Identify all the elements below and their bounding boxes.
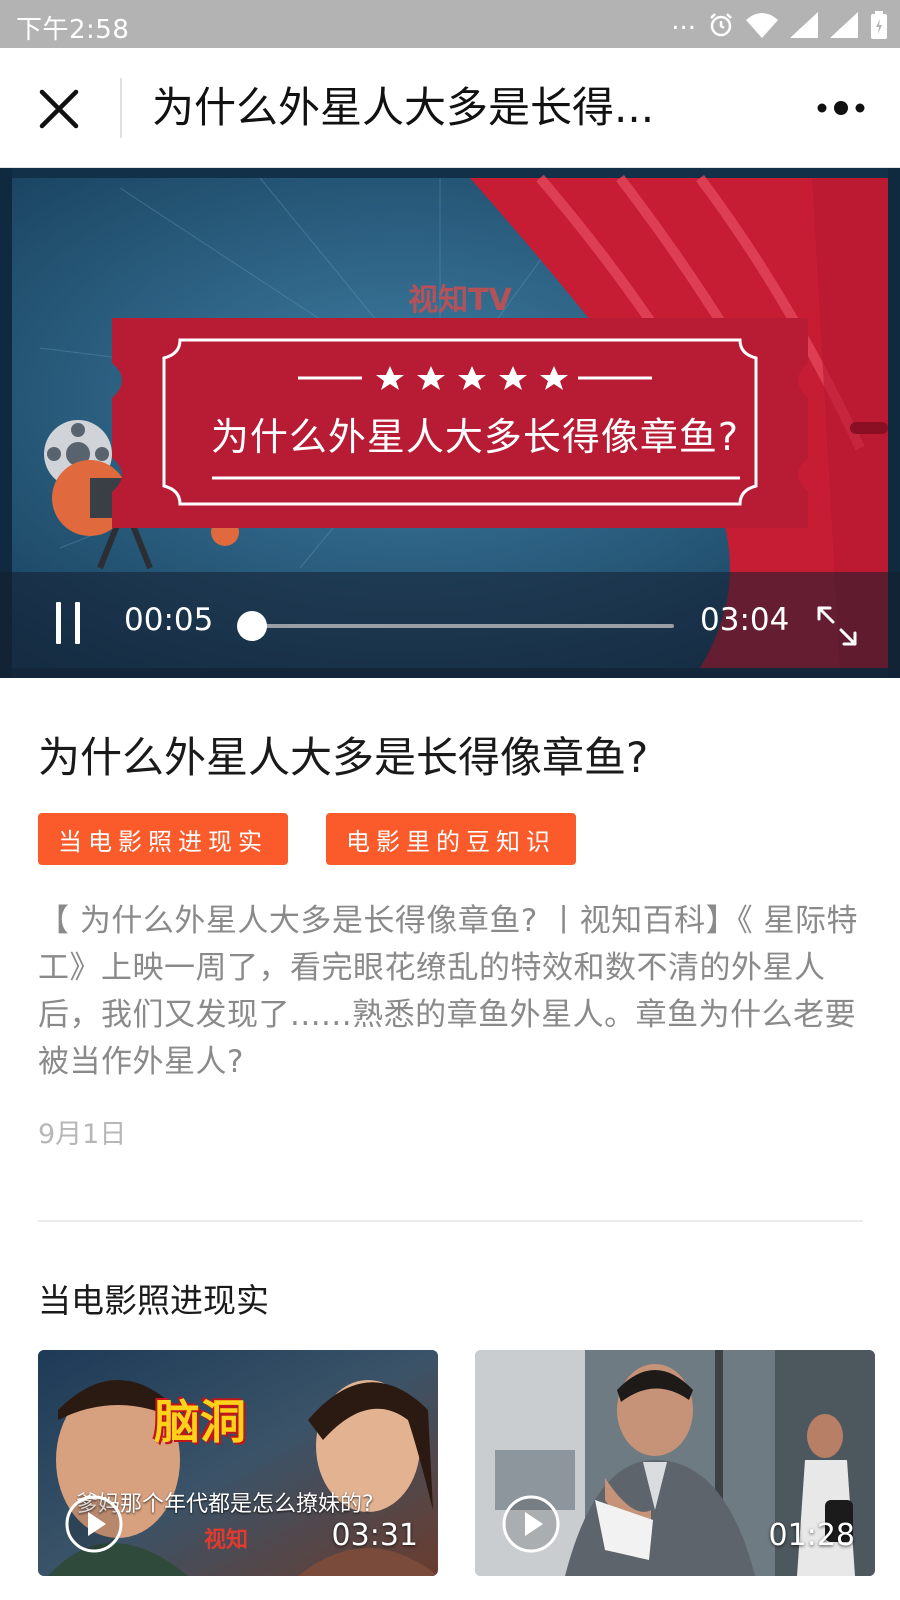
- video-duration: 03:31: [331, 1518, 418, 1553]
- battery-icon: [871, 11, 887, 39]
- video-controls: 00:05 03:04: [0, 572, 900, 678]
- related-section-title: 当电影照进现实: [38, 1281, 269, 1320]
- current-time: 00:05: [124, 602, 214, 638]
- close-icon[interactable]: [36, 86, 82, 132]
- status-time: 下午2:58: [16, 15, 130, 45]
- section-divider: [38, 1220, 863, 1222]
- tag-list: 当电影照进现实 电影里的豆知识: [38, 813, 576, 865]
- play-icon[interactable]: [64, 1494, 124, 1554]
- signal-icon: [790, 12, 818, 38]
- brand-logo: 脑洞: [154, 1395, 246, 1449]
- pause-icon[interactable]: [56, 602, 80, 644]
- alarm-icon: [710, 13, 732, 37]
- fullscreen-icon[interactable]: [815, 604, 859, 648]
- video-duration: 01:28: [768, 1518, 855, 1553]
- total-time: 03:04: [700, 602, 790, 638]
- tag-button[interactable]: 当电影照进现实: [38, 813, 288, 865]
- status-icons: ...: [671, 6, 888, 40]
- progress-bar[interactable]: [236, 611, 674, 641]
- related-video-card[interactable]: 脑洞 爹妈那个年代都是怎么撩妹的? 视知 03:31: [38, 1350, 438, 1576]
- svg-text:视知TV: 视知TV: [408, 283, 512, 318]
- article-description: 【 为什么外星人大多是长得像章鱼? 丨视知百科】《 星际特工》上映一周了，看完眼…: [38, 903, 859, 1080]
- nav-divider: [120, 78, 122, 138]
- publish-date: 9月1日: [38, 1119, 127, 1150]
- nav-bar: 为什么外星人大多是长得...: [0, 48, 900, 168]
- related-video-card[interactable]: 01:28: [475, 1350, 875, 1576]
- status-bar: 下午2:58 ...: [0, 0, 900, 48]
- notification-dots: ...: [671, 6, 696, 36]
- video-player[interactable]: 视知TV 为什么外星人大多长得像章鱼? 00:05 03:04: [0, 168, 900, 678]
- wifi-icon: [746, 13, 778, 38]
- tag-button[interactable]: 电影里的豆知识: [326, 813, 576, 865]
- video-title-card: 为什么外星人大多长得像章鱼?: [210, 415, 740, 459]
- progress-knob[interactable]: [236, 611, 267, 641]
- play-icon[interactable]: [501, 1494, 561, 1554]
- watermark-logo: 视知: [204, 1528, 249, 1553]
- page-title: 为什么外星人大多是长得...: [152, 83, 655, 132]
- signal-icon: [830, 12, 858, 38]
- article-title: 为什么外星人大多是长得像章鱼?: [38, 733, 649, 782]
- related-video-list: 脑洞 爹妈那个年代都是怎么撩妹的? 视知 03:31 01:28: [38, 1350, 878, 1576]
- more-dots-icon[interactable]: [816, 98, 866, 118]
